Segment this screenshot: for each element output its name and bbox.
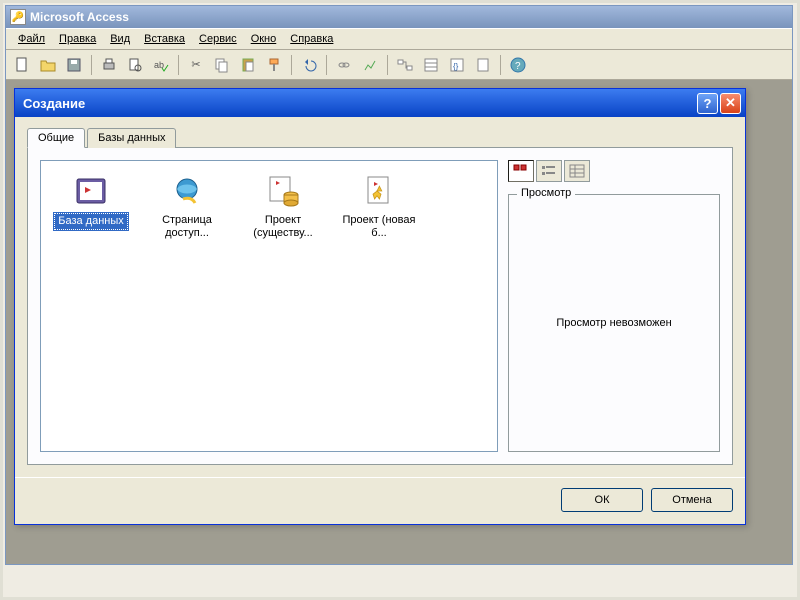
undo-icon[interactable] [297, 53, 321, 77]
app-title: Microsoft Access [30, 10, 129, 24]
separator-icon [500, 55, 501, 75]
view-large-icons[interactable] [508, 160, 534, 182]
format-painter-icon[interactable] [262, 53, 286, 77]
copy-icon[interactable] [210, 53, 234, 77]
menu-help[interactable]: Справка [284, 31, 339, 47]
menu-tools[interactable]: Сервис [193, 31, 243, 47]
save-icon[interactable] [62, 53, 86, 77]
cut-icon[interactable]: ✂ [184, 53, 208, 77]
menubar: Файл Правка Вид Вставка Сервис Окно Спра… [6, 28, 792, 50]
dialog-title: Создание [23, 96, 85, 111]
dialog-titlebar: Создание ? ✕ [15, 89, 745, 117]
template-label: База данных [54, 213, 128, 230]
right-pane: Просмотр Просмотр невозможен [508, 160, 720, 452]
app-titlebar: 🔑 Microsoft Access [6, 6, 792, 28]
db-spark-icon [361, 173, 397, 209]
template-label: Проект (новая б... [335, 213, 423, 241]
link-icon[interactable] [332, 53, 356, 77]
properties-icon[interactable] [419, 53, 443, 77]
script-icon[interactable] [471, 53, 495, 77]
template-list[interactable]: База данных Страница доступ... [40, 160, 498, 452]
new-dialog: Создание ? ✕ Общие Базы данных [14, 88, 746, 525]
db-cylinder-icon [265, 173, 301, 209]
code-icon[interactable]: {} [445, 53, 469, 77]
workspace: Создание ? ✕ Общие Базы данных [6, 80, 792, 564]
toolbar: ab ✂ {} ? [6, 50, 792, 80]
tab-databases[interactable]: Базы данных [87, 128, 176, 148]
spell-icon[interactable]: ab [149, 53, 173, 77]
ok-button[interactable]: ОК [561, 488, 643, 512]
template-item-data-access-page[interactable]: Страница доступ... [141, 169, 233, 245]
print-icon[interactable] [97, 53, 121, 77]
app-window: 🔑 Microsoft Access Файл Правка Вид Встав… [5, 5, 793, 565]
relationships-icon[interactable] [393, 53, 417, 77]
dialog-body: Общие Базы данных [15, 117, 745, 477]
access-key-icon: 🔑 [10, 9, 26, 25]
svg-text:?: ? [515, 61, 521, 72]
preview-icon[interactable] [123, 53, 147, 77]
cancel-button[interactable]: Отмена [651, 488, 733, 512]
separator-icon [326, 55, 327, 75]
separator-icon [387, 55, 388, 75]
dialog-close-button[interactable]: ✕ [720, 93, 741, 114]
analyze-icon[interactable] [358, 53, 382, 77]
new-icon[interactable] [10, 53, 34, 77]
separator-icon [178, 55, 179, 75]
menu-view[interactable]: Вид [104, 31, 136, 47]
template-item-project-existing[interactable]: Проект (существу... [237, 169, 329, 245]
menu-edit[interactable]: Правка [53, 31, 102, 47]
view-details[interactable] [564, 160, 590, 182]
dialog-help-button[interactable]: ? [697, 93, 718, 114]
menu-insert[interactable]: Вставка [138, 31, 191, 47]
view-toggle [508, 160, 720, 182]
tab-general[interactable]: Общие [27, 128, 85, 148]
preview-text: Просмотр невозможен [556, 317, 671, 329]
separator-icon [91, 55, 92, 75]
template-label: Страница доступ... [143, 213, 231, 241]
preview-group: Просмотр Просмотр невозможен [508, 194, 720, 452]
view-list[interactable] [536, 160, 562, 182]
menu-window[interactable]: Окно [245, 31, 283, 47]
help-icon[interactable]: ? [506, 53, 530, 77]
open-icon[interactable] [36, 53, 60, 77]
template-item-database[interactable]: База данных [45, 169, 137, 245]
menu-file[interactable]: Файл [12, 31, 51, 47]
tabs: Общие Базы данных [27, 128, 733, 148]
dialog-footer: ОК Отмена [15, 477, 745, 524]
tab-panel: База данных Страница доступ... [27, 147, 733, 465]
svg-text:{}: {} [453, 62, 459, 71]
database-icon [73, 173, 109, 209]
template-item-project-new[interactable]: Проект (новая б... [333, 169, 425, 245]
ie-globe-icon [169, 173, 205, 209]
paste-icon[interactable] [236, 53, 260, 77]
preview-legend: Просмотр [517, 187, 575, 199]
separator-icon [291, 55, 292, 75]
template-label: Проект (существу... [239, 213, 327, 241]
